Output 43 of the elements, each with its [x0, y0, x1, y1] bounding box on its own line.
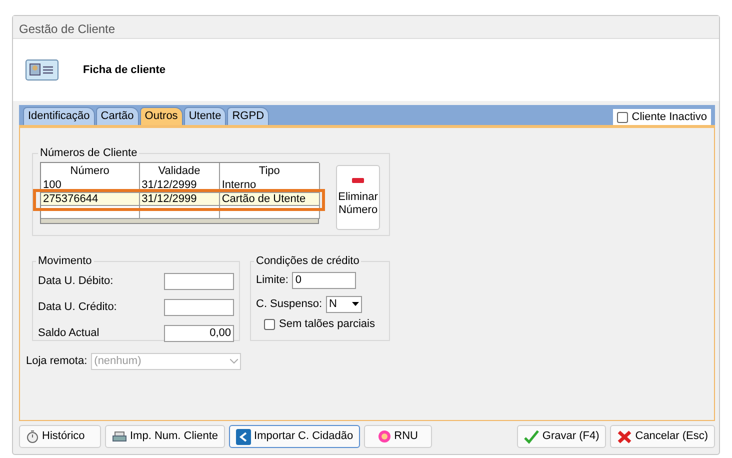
- close-icon: [617, 430, 632, 444]
- printer-icon: [112, 430, 127, 442]
- input-field[interactable]: [164, 298, 234, 316]
- window-title: Gestão de Cliente: [13, 16, 719, 39]
- cancel-button[interactable]: Cancelar (Esc): [610, 425, 715, 448]
- input-field[interactable]: 0: [292, 272, 356, 288]
- import-button[interactable]: Importar C. Cidadão: [229, 425, 360, 448]
- tab[interactable]: Identificação: [23, 107, 95, 125]
- table-row[interactable]: 275376644 31/12/2999 Cartão de Utente: [41, 192, 320, 205]
- save-button[interactable]: Gravar (F4): [517, 425, 606, 448]
- history-button[interactable]: Histórico: [19, 425, 101, 448]
- field-label: C. Suspenso:: [256, 296, 322, 312]
- print-button[interactable]: Imp. Num. Cliente: [105, 425, 226, 448]
- input-field[interactable]: 0,00: [164, 324, 234, 342]
- group-title: Condições de crédito: [254, 253, 362, 270]
- suspended-dropdown[interactable]: N: [326, 296, 362, 312]
- delete-number-button[interactable]: Eliminar Número: [336, 165, 380, 230]
- column-header: Validade: [139, 163, 220, 179]
- checkmark-icon: [524, 430, 540, 444]
- tab[interactable]: Outros: [140, 107, 183, 125]
- form-title: Ficha de cliente: [83, 62, 166, 78]
- table-cell: 275376644: [41, 192, 140, 205]
- table-cell: 31/12/2999: [139, 192, 220, 205]
- tab[interactable]: Utente: [184, 107, 226, 125]
- partial-checkbox[interactable]: Sem talões parciais: [264, 316, 386, 332]
- tab[interactable]: Cartão: [96, 107, 139, 125]
- input-field[interactable]: [164, 272, 234, 290]
- minus-icon: [352, 178, 364, 183]
- field-label: Data U. Débito:: [38, 274, 114, 289]
- tab[interactable]: RGPD: [227, 107, 270, 125]
- table-cell: Cartão de Utente: [219, 192, 320, 205]
- column-header: Tipo: [219, 163, 320, 179]
- field-label: Limite:: [256, 272, 288, 288]
- id-card-icon: [25, 59, 59, 81]
- field-label: Saldo Actual: [38, 326, 100, 341]
- column-header: Número: [41, 163, 140, 179]
- rnu-button[interactable]: RNU: [364, 425, 432, 448]
- field-label: Loja remota:: [26, 354, 88, 370]
- table-row[interactable]: 100 31/12/2999 Interno: [41, 179, 320, 192]
- dropdown-arrow-icon: [352, 302, 360, 306]
- field-label: Data U. Crédito:: [38, 300, 117, 315]
- colored-circle-icon: [378, 430, 392, 443]
- stopwatch-icon: [26, 430, 39, 443]
